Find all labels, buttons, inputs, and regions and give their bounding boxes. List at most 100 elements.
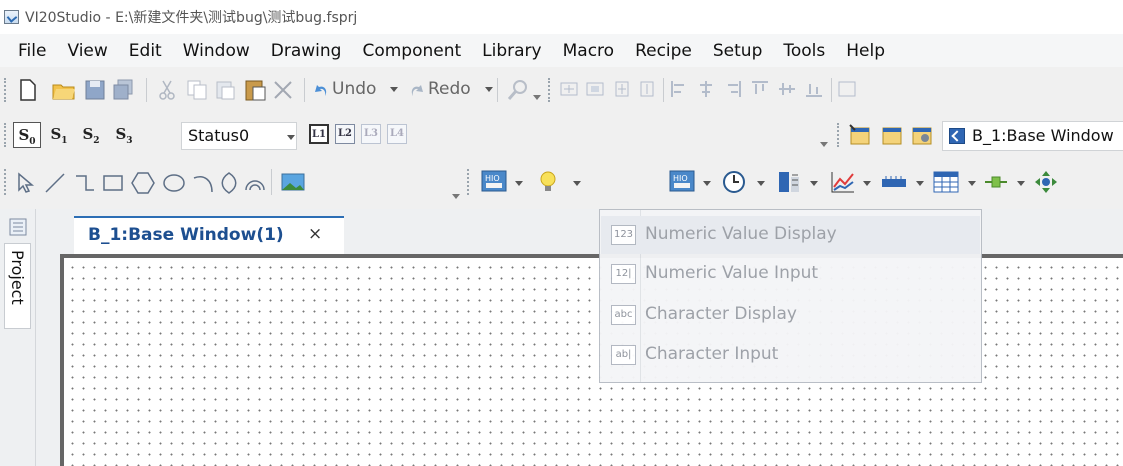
move-icon[interactable]	[1033, 169, 1059, 195]
polygon-tool-icon[interactable]	[131, 171, 155, 195]
layer-3-button[interactable]: L3	[361, 124, 381, 144]
toolbar-grip[interactable]	[4, 78, 9, 102]
status-0-button[interactable]: S0	[13, 122, 41, 148]
close-icon[interactable]: ×	[308, 224, 322, 244]
undo-icon[interactable]	[311, 80, 331, 100]
menu-item-character-display[interactable]: abc Character Display	[601, 296, 980, 334]
clock-dropdown-caret[interactable]	[757, 181, 765, 186]
toolbar1-overflow-caret[interactable]	[533, 95, 541, 100]
table-dropdown-caret[interactable]	[968, 181, 976, 186]
pie-tool-icon[interactable]	[219, 171, 239, 195]
redo-icon[interactable]	[407, 80, 427, 100]
document-tab[interactable]: B_1:Base Window(1) ×	[74, 216, 344, 254]
menu-component[interactable]: Component	[352, 41, 472, 61]
arc-tool-icon[interactable]	[192, 172, 214, 194]
trend-graph-icon[interactable]	[829, 169, 857, 195]
menu-library[interactable]: Library	[472, 41, 552, 61]
line-tool-icon[interactable]	[44, 172, 66, 194]
connector-dropdown-caret[interactable]	[1017, 181, 1025, 186]
keypad-icon[interactable]: HIO	[668, 169, 696, 195]
menu-macro[interactable]: Macro	[553, 41, 625, 61]
toolbar-grip[interactable]	[837, 123, 842, 147]
bar-graph-icon[interactable]	[776, 169, 802, 195]
project-tree-icon[interactable]	[9, 218, 27, 236]
undo-label[interactable]: Undo	[332, 79, 376, 99]
align-bottom-icon[interactable]	[805, 80, 823, 98]
character-input-icon: ab|	[611, 345, 636, 365]
paste-icon[interactable]	[243, 78, 267, 102]
menu-tools[interactable]: Tools	[773, 41, 836, 61]
switch-dropdown-caret[interactable]	[515, 181, 523, 186]
toolbar2-overflow-caret[interactable]	[820, 142, 828, 147]
bring-front-icon[interactable]	[613, 80, 631, 98]
menu-view[interactable]: View	[57, 41, 118, 61]
align-right-icon[interactable]	[724, 80, 742, 98]
status-select[interactable]: Status0	[181, 122, 297, 150]
menu-item-character-input[interactable]: ab| Character Input	[601, 336, 980, 374]
menu-recipe[interactable]: Recipe	[625, 41, 703, 61]
project-panel-tab[interactable]: Project	[4, 243, 31, 329]
delete-icon[interactable]	[272, 79, 294, 101]
open-folder-icon[interactable]	[52, 79, 76, 101]
find-icon[interactable]	[507, 79, 529, 101]
toolbar-grip[interactable]	[548, 78, 553, 102]
window-properties-icon[interactable]	[848, 123, 872, 147]
save-icon[interactable]	[84, 79, 106, 101]
new-file-icon[interactable]	[18, 79, 38, 101]
layer-1-button[interactable]: L1	[309, 124, 329, 144]
picture-tool-icon[interactable]	[280, 171, 306, 193]
send-back-icon[interactable]	[638, 80, 656, 98]
meter-icon[interactable]	[880, 171, 908, 193]
chord-tool-icon[interactable]	[244, 172, 266, 194]
menu-window[interactable]: Window	[173, 41, 261, 61]
layer-2-button[interactable]: L2	[335, 124, 355, 144]
ellipse-tool-icon[interactable]	[162, 172, 186, 194]
toolbar3-overflow-caret[interactable]	[452, 194, 460, 199]
new-window-icon[interactable]	[880, 123, 904, 147]
window-select[interactable]: B_1:Base Window	[942, 121, 1123, 151]
distribute-icon[interactable]	[838, 80, 856, 98]
trend-dropdown-caret[interactable]	[863, 181, 871, 186]
menu-item-numeric-display[interactable]: 123 Numeric Value Display	[601, 216, 980, 254]
align-top-icon[interactable]	[751, 80, 769, 98]
keypad-dropdown-caret[interactable]	[703, 181, 711, 186]
menu-item-numeric-input[interactable]: 12| Numeric Value Input	[601, 255, 980, 293]
align-middle-icon[interactable]	[778, 80, 796, 98]
bit-switch-icon[interactable]: HIO	[480, 169, 508, 195]
menu-drawing[interactable]: Drawing	[261, 41, 353, 61]
rectangle-tool-icon[interactable]	[102, 172, 124, 194]
bar-graph-dropdown-caret[interactable]	[810, 181, 818, 186]
toolbar-grip[interactable]	[4, 169, 9, 195]
align-center-icon[interactable]	[697, 80, 715, 98]
lamp-dropdown-caret[interactable]	[573, 181, 581, 186]
menu-setup[interactable]: Setup	[703, 41, 773, 61]
table-icon[interactable]	[932, 169, 960, 195]
copy-icon[interactable]	[186, 79, 208, 101]
connector-icon[interactable]	[983, 169, 1009, 195]
status-3-button[interactable]: S3	[110, 122, 138, 148]
group-icon[interactable]	[560, 80, 578, 98]
numeric-components-menu: 123 Numeric Value Display 12| Numeric Va…	[599, 209, 982, 383]
save-all-icon[interactable]	[112, 79, 134, 101]
pointer-icon[interactable]	[16, 172, 36, 194]
menu-edit[interactable]: Edit	[119, 41, 173, 61]
polyline-tool-icon[interactable]	[74, 172, 96, 194]
meter-dropdown-caret[interactable]	[916, 181, 924, 186]
paste-special-icon[interactable]	[214, 79, 236, 101]
status-2-button[interactable]: S2	[77, 122, 105, 148]
lamp-icon[interactable]	[536, 169, 560, 195]
layer-4-button[interactable]: L4	[387, 124, 407, 144]
menu-help[interactable]: Help	[836, 41, 896, 61]
window-settings-icon[interactable]	[910, 123, 934, 147]
toolbar-grip[interactable]	[467, 169, 472, 195]
status-1-button[interactable]: S1	[45, 122, 73, 148]
cut-icon[interactable]	[157, 79, 177, 101]
undo-dropdown-caret[interactable]	[390, 87, 398, 92]
clock-icon[interactable]	[721, 169, 747, 195]
toolbar-grip[interactable]	[4, 123, 9, 147]
align-left-icon[interactable]	[670, 80, 688, 98]
menu-file[interactable]: File	[8, 41, 57, 61]
redo-label[interactable]: Redo	[428, 79, 471, 99]
redo-dropdown-caret[interactable]	[485, 87, 493, 92]
ungroup-icon[interactable]	[586, 80, 604, 98]
